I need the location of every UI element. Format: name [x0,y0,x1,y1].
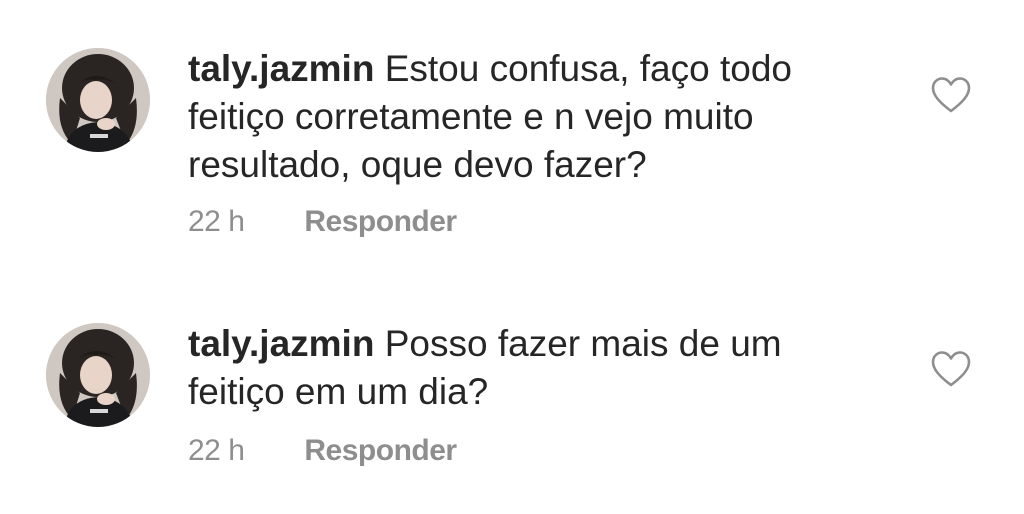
reply-button[interactable]: Responder [304,434,457,468]
comment-username[interactable]: taly.jazmin [188,323,374,364]
comment-username[interactable]: taly.jazmin [188,48,374,89]
comment-timestamp: 22 h [188,205,245,238]
comment-timestamp: 22 h [188,434,245,467]
comment-meta: 22 h Responder [188,431,457,471]
profile-photo-icon [46,48,150,152]
like-button[interactable] [930,350,972,388]
avatar[interactable] [46,323,150,427]
comment-item: taly.jazmin Estou confusa, faço todo fei… [0,0,1024,270]
comment-item: taly.jazmin Posso fazer mais de um feiti… [0,275,1024,514]
reply-button[interactable]: Responder [304,205,457,239]
comment-text: taly.jazmin Estou confusa, faço todo fei… [188,45,888,189]
profile-photo-icon [46,323,150,427]
heart-outline-icon [931,77,971,113]
comment-meta: 22 h Responder [188,202,457,242]
avatar[interactable] [46,48,150,152]
heart-outline-icon [931,351,971,387]
comment-text: taly.jazmin Posso fazer mais de um feiti… [188,320,888,416]
like-button[interactable] [930,76,972,114]
